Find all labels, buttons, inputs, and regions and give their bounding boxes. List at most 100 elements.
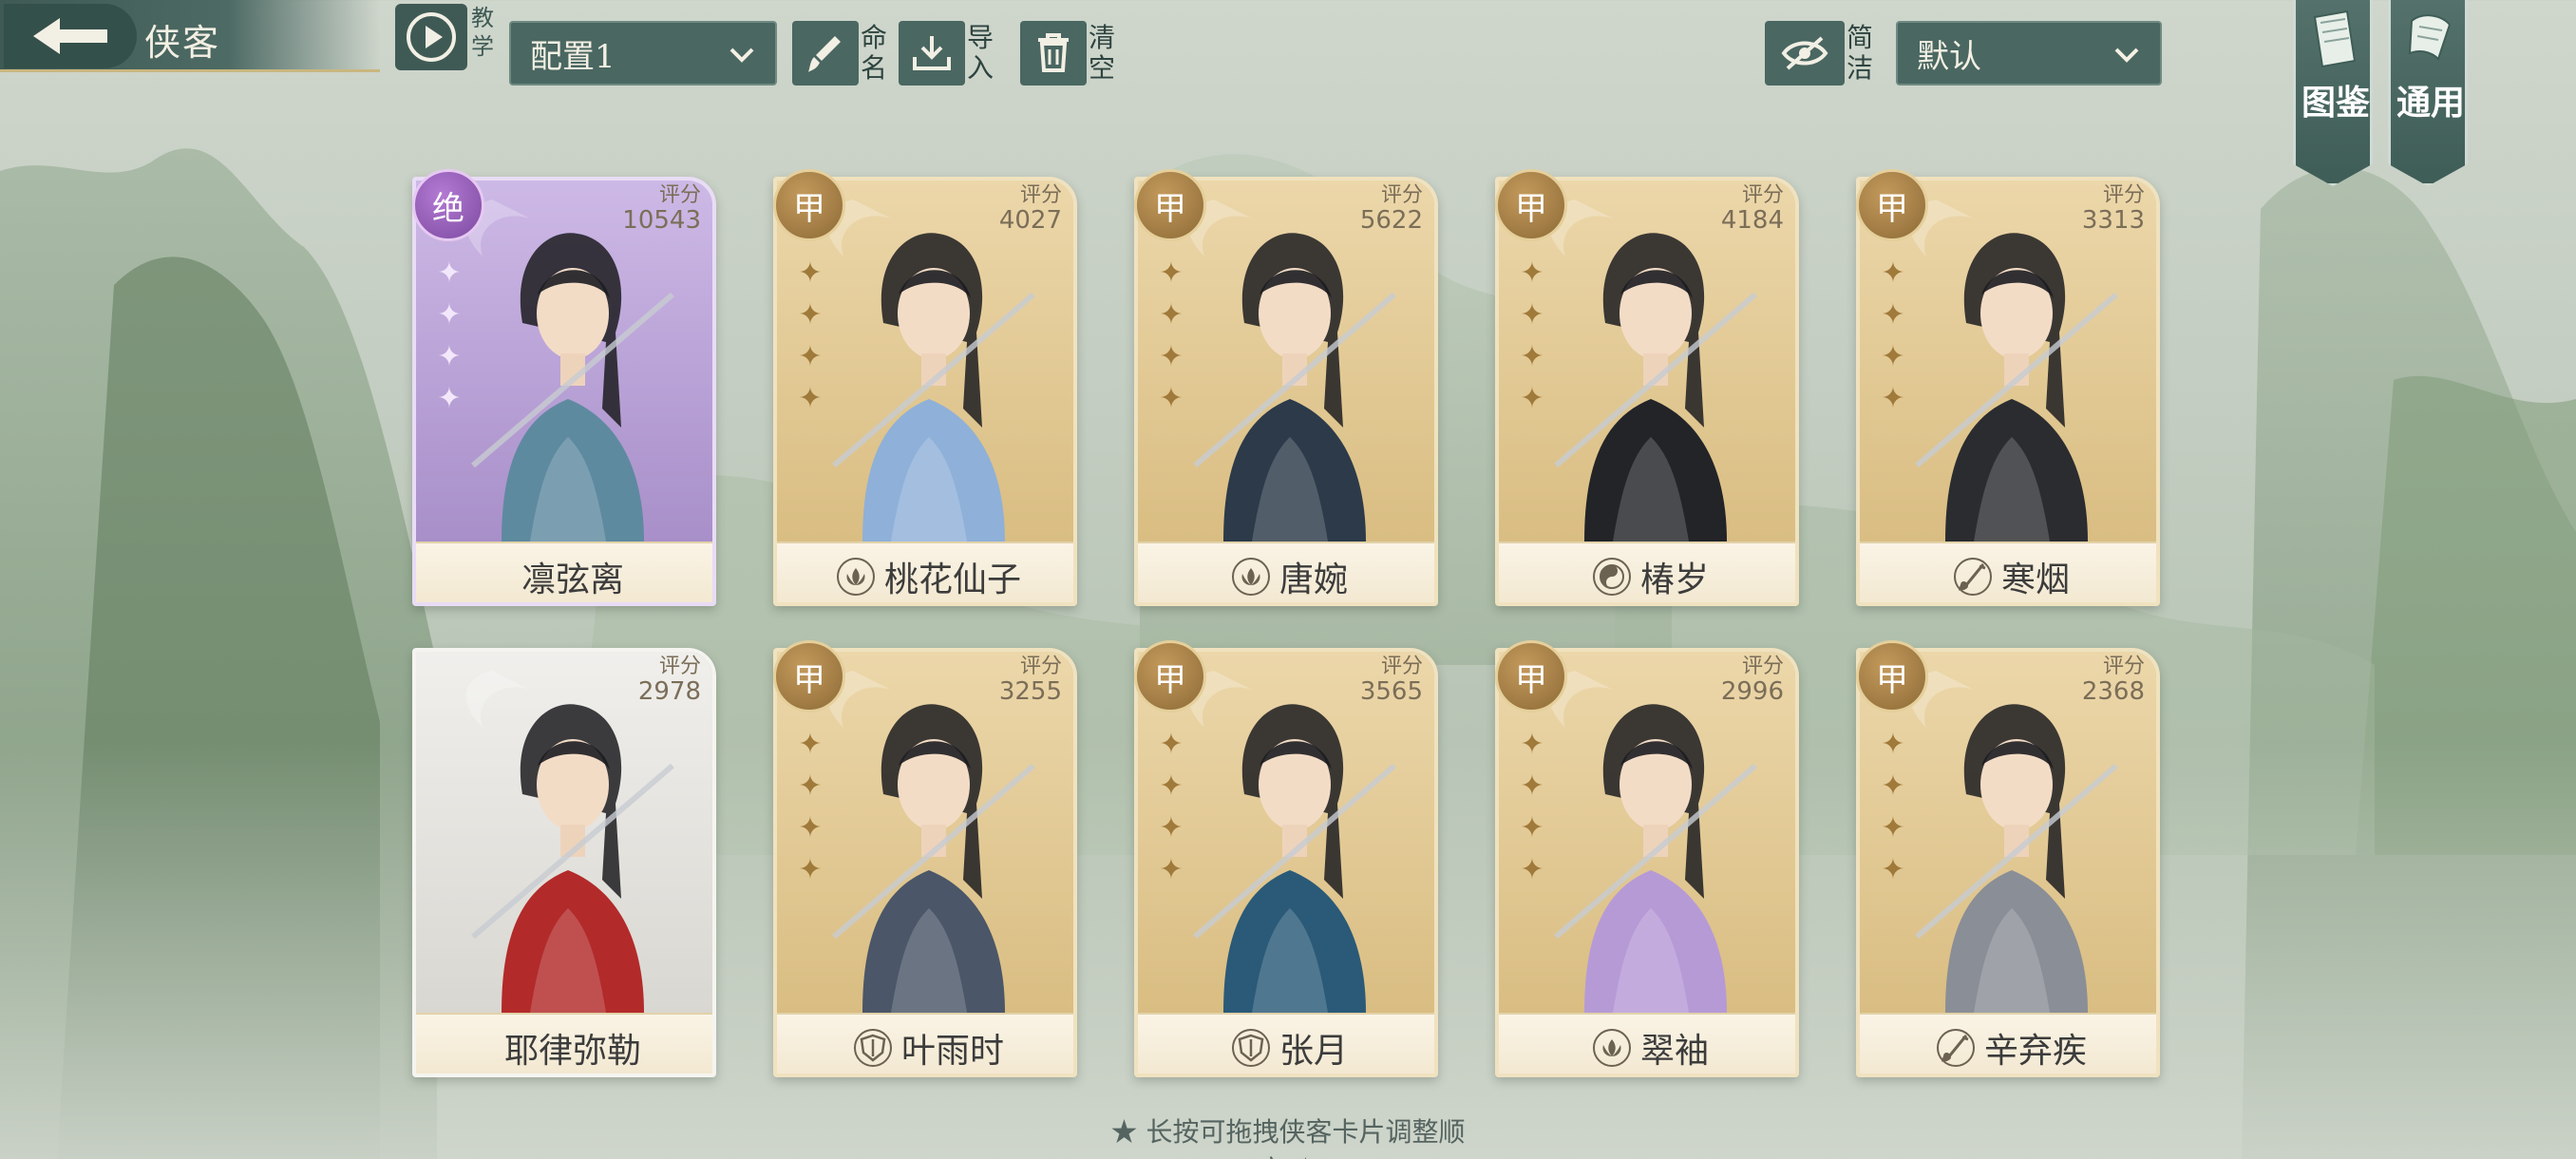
- play-icon: [407, 12, 456, 62]
- simple-view-button[interactable]: 简洁: [1765, 21, 1877, 86]
- page-title: 侠客: [144, 22, 221, 64]
- rank-badge: 甲: [1856, 169, 1928, 241]
- star-icon: ✦: [1520, 811, 1544, 845]
- card-name-bar: 耶律弥勒: [416, 1013, 712, 1074]
- card-name-bar: 翠袖: [1499, 1013, 1795, 1074]
- card-name-bar: 桃花仙子: [777, 542, 1073, 602]
- star-icon: ✦: [1520, 340, 1544, 373]
- rank-badge: 绝: [412, 169, 484, 241]
- book-icon: [2313, 10, 2357, 68]
- eye-hidden-icon: [1781, 36, 1828, 70]
- lotus-icon: [1592, 1029, 1631, 1067]
- score-block: 评分 2996: [1721, 656, 1784, 706]
- star-icon: ✦: [798, 340, 823, 373]
- score-block: 评分 4184: [1721, 183, 1784, 235]
- import-label: 导入: [967, 22, 994, 84]
- rank-badge: 甲: [773, 169, 845, 241]
- star-icon: ✦: [1881, 770, 1905, 803]
- card-name-bar: 叶雨时: [777, 1013, 1073, 1074]
- star-icon: ✦: [1520, 770, 1544, 803]
- star-column: ✦ ✦ ✦ ✦: [1155, 724, 1187, 891]
- score-block: 评分 2978: [638, 655, 701, 706]
- tutorial-button[interactable]: [395, 4, 467, 70]
- config-select-value: 配置1: [530, 37, 616, 76]
- character-name: 椿岁: [1639, 560, 1709, 599]
- character-card[interactable]: 寒烟 评分 3313 甲 ✦ ✦ ✦ ✦: [1856, 169, 2160, 606]
- star-icon: ✦: [1159, 256, 1184, 290]
- score-label: 评分: [1741, 183, 1784, 207]
- sort-select[interactable]: 默认: [1896, 21, 2162, 86]
- star-column: ✦ ✦ ✦ ✦: [794, 724, 826, 891]
- character-card[interactable]: 张月 评分 3565 甲 ✦ ✦ ✦ ✦: [1134, 640, 1438, 1077]
- star-icon: ✦: [1881, 811, 1905, 845]
- star-icon: ✦: [798, 298, 823, 332]
- top-bar: 侠客 教学 配置1 命名 导入 清空 简洁 默认 图鉴 通用: [0, 0, 2576, 186]
- score-label: 评分: [658, 183, 701, 207]
- star-column: ✦ ✦ ✦ ✦: [794, 253, 826, 420]
- star-icon: ✦: [1159, 382, 1184, 415]
- star-icon: ✦: [1520, 728, 1544, 761]
- card-name-bar: 寒烟: [1860, 542, 2156, 602]
- star-icon: ✦: [1520, 298, 1544, 332]
- star-column: ✦ ✦ ✦ ✦: [1155, 253, 1187, 420]
- star-icon: ✦: [1881, 853, 1905, 886]
- config-select[interactable]: 配置1: [509, 21, 777, 86]
- rank-badge: 甲: [773, 640, 845, 712]
- general-label: 通用: [2396, 83, 2465, 123]
- codex-tab[interactable]: 图鉴: [2293, 0, 2373, 186]
- yin-yang-icon: [1592, 558, 1631, 596]
- general-tab[interactable]: 通用: [2388, 0, 2468, 186]
- score-label: 评分: [1019, 655, 1062, 678]
- star-icon: ✦: [1520, 256, 1544, 290]
- star-column: ✦ ✦ ✦ ✦: [1877, 253, 1909, 420]
- star-icon: ✦: [1520, 853, 1544, 886]
- score-label: 评分: [658, 655, 701, 678]
- codex-label: 图鉴: [2301, 83, 2370, 123]
- score-block: 评分 2368: [2082, 656, 2145, 706]
- score-label: 评分: [2102, 183, 2145, 207]
- scroll-icon: [2408, 14, 2452, 61]
- star-icon: ✦: [1159, 853, 1184, 886]
- rank-badge: 甲: [1134, 169, 1206, 241]
- character-card[interactable]: 凛弦离 评分 10543 绝 ✦ ✦ ✦ ✦: [412, 169, 716, 606]
- rename-button[interactable]: 命名: [792, 21, 891, 86]
- score-value: 4027: [998, 206, 1062, 235]
- score-value: 5622: [1359, 206, 1423, 235]
- score-label: 评分: [1380, 655, 1423, 678]
- star-column: ✦ ✦ ✦ ✦: [1516, 724, 1548, 891]
- character-card[interactable]: 叶雨时 评分 3255 甲 ✦ ✦ ✦ ✦: [773, 640, 1077, 1077]
- score-block: 评分 10543: [622, 183, 701, 235]
- rank-badge: 甲: [1495, 640, 1567, 712]
- import-button[interactable]: 导入: [899, 21, 997, 86]
- card-name-bar: 椿岁: [1499, 542, 1795, 602]
- star-icon: ✦: [798, 728, 823, 761]
- back-button[interactable]: [4, 4, 137, 68]
- brush-icon: [1953, 558, 1992, 596]
- star-icon: ✦: [437, 256, 462, 290]
- character-card[interactable]: 辛弃疾 评分 2368 甲 ✦ ✦ ✦ ✦: [1856, 640, 2160, 1077]
- score-block: 评分 3565: [1359, 655, 1423, 706]
- character-card[interactable]: 桃花仙子 评分 4027 甲 ✦ ✦ ✦ ✦: [773, 169, 1077, 606]
- star-icon: ✦: [1881, 298, 1905, 332]
- shield-icon: [1231, 1029, 1270, 1067]
- card-name-bar: 张月: [1138, 1013, 1434, 1074]
- score-block: 评分 4027: [998, 184, 1062, 235]
- star-icon: ✦: [1159, 298, 1184, 332]
- star-icon: ✦: [1881, 256, 1905, 290]
- character-name: 桃花仙子: [883, 560, 1021, 599]
- star-icon: ✦: [1881, 728, 1905, 761]
- card-name-bar: 凛弦离: [416, 542, 712, 602]
- clear-button[interactable]: 清空: [1020, 21, 1119, 86]
- star-icon: ✦: [1881, 382, 1905, 415]
- star-icon: ✦: [798, 853, 823, 886]
- character-card[interactable]: 唐婉 评分 5622 甲 ✦ ✦ ✦ ✦: [1134, 169, 1438, 606]
- score-value: 3313: [2081, 206, 2145, 235]
- character-card[interactable]: 椿岁 评分 4184 甲 ✦ ✦ ✦ ✦: [1495, 169, 1799, 606]
- character-card[interactable]: 翠袖 评分 2996 甲 ✦ ✦ ✦ ✦: [1495, 640, 1799, 1077]
- chevron-down-icon: [729, 48, 754, 63]
- character-name: 耶律弥勒: [503, 1032, 641, 1071]
- score-value: 3565: [1359, 677, 1423, 706]
- chevron-down-icon: [2114, 48, 2139, 63]
- character-card[interactable]: 耶律弥勒 评分 2978: [412, 648, 716, 1077]
- star-icon: ✦: [1881, 340, 1905, 373]
